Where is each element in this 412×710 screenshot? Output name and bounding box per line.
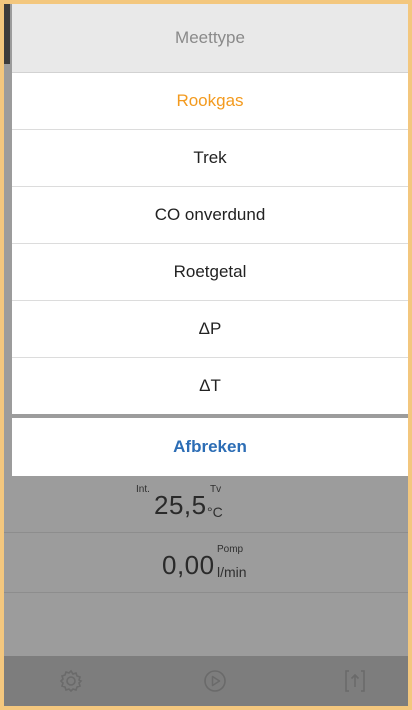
- reading-value: 0,00: [162, 550, 215, 580]
- option-delta-p[interactable]: ΔP: [12, 301, 408, 358]
- play-circle-icon[interactable]: [202, 668, 228, 694]
- cancel-button[interactable]: Afbreken: [12, 418, 408, 476]
- bottom-bar: [4, 656, 408, 706]
- reading-label: Tv: [210, 484, 222, 495]
- export-upload-icon[interactable]: [342, 668, 368, 694]
- option-delta-t[interactable]: ΔT: [12, 358, 408, 414]
- sheet-title: Meettype: [12, 4, 408, 73]
- empty-row: [4, 592, 408, 657]
- option-co-onverdund[interactable]: CO onverdund: [12, 187, 408, 244]
- reading-pump: 0,00 Pomp l/min: [4, 532, 408, 593]
- option-rookgas[interactable]: Rookgas: [12, 73, 408, 130]
- option-roetgetal[interactable]: Roetgetal: [12, 244, 408, 301]
- reading-label: Pomp: [217, 544, 244, 555]
- left-edge-strip: [4, 4, 10, 64]
- reading-temperature: Int. 25,5 Tv °C: [4, 472, 408, 533]
- reading-value: 25,5: [154, 490, 207, 520]
- reading-unit: l/min: [217, 564, 247, 580]
- settings-gear-icon[interactable]: [58, 668, 84, 694]
- app-frame: Int. 25,5 Tv °C 0,00 Pomp l/min Meettype…: [4, 4, 408, 706]
- reading-prefix: Int.: [136, 484, 150, 495]
- reading-unit: °C: [207, 504, 223, 520]
- measure-type-sheet: Meettype Rookgas Trek CO onverdund Roetg…: [12, 4, 408, 414]
- option-trek[interactable]: Trek: [12, 130, 408, 187]
